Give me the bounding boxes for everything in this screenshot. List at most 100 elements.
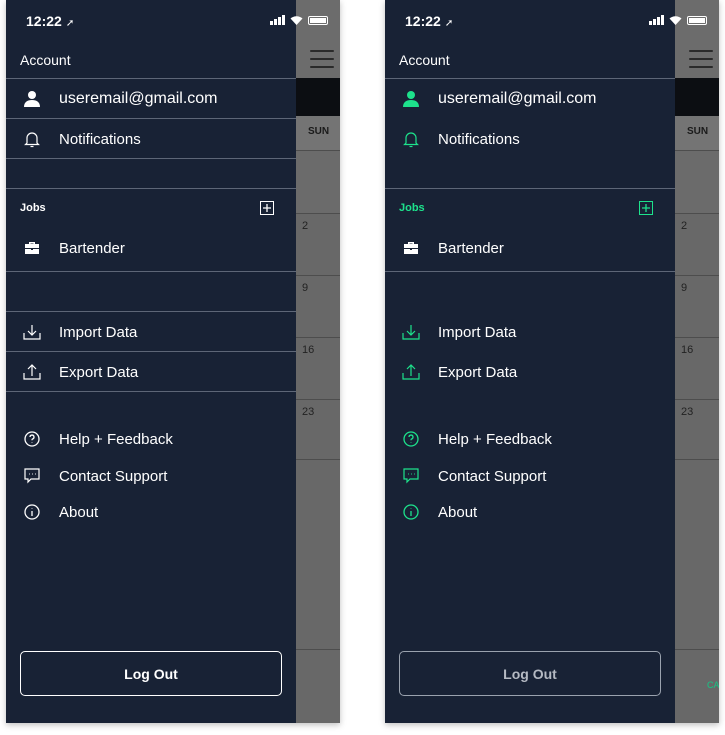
- export-data-label: Export Data: [59, 363, 139, 381]
- location-arrow-icon: ➚: [65, 18, 75, 29]
- calendar-date: 23: [675, 399, 719, 459]
- account-email-item[interactable]: useremail@gmail.com: [385, 80, 675, 118]
- import-data-label: Import Data: [59, 323, 138, 341]
- notifications-item[interactable]: Notifications: [385, 120, 675, 158]
- help-feedback-label: Help + Feedback: [59, 430, 173, 448]
- account-email: useremail@gmail.com: [438, 90, 597, 107]
- divider: [6, 311, 296, 312]
- import-data-label: Import Data: [438, 323, 517, 341]
- status-bar: 12:22 ➚: [6, 0, 340, 40]
- job-item-bartender[interactable]: Bartender: [6, 229, 296, 267]
- calendar-date: 23: [296, 399, 340, 459]
- calendar-date: 16: [675, 337, 719, 399]
- help-feedback-item[interactable]: Help + Feedback: [385, 420, 675, 458]
- calendar-date: 9: [675, 275, 719, 337]
- contact-support-item[interactable]: Contact Support: [6, 457, 296, 495]
- navigation-drawer: 12:22 ➚ Account useremail@gmail.com Notif…: [385, 0, 707, 723]
- calendar-day-header: SUN: [675, 116, 719, 150]
- wifi-icon: [669, 16, 682, 25]
- help-icon: [20, 427, 44, 451]
- calendar-date: 16: [296, 337, 340, 399]
- signal-icon: [649, 15, 664, 25]
- calendar-background: SUN 2 9 16 23: [296, 0, 340, 723]
- info-icon: [20, 500, 44, 524]
- calendar-day-header: SUN: [296, 116, 340, 150]
- status-bar: 12:22 ➚: [385, 0, 719, 40]
- add-job-button[interactable]: [260, 201, 274, 215]
- calendar-date: 2: [296, 213, 340, 275]
- import-icon: [399, 320, 423, 344]
- battery-icon: [308, 16, 328, 25]
- calendar-date: 2: [675, 213, 719, 275]
- notifications-item[interactable]: Notifications: [6, 120, 296, 158]
- account-email: useremail@gmail.com: [59, 90, 218, 107]
- divider: [6, 158, 296, 159]
- status-time: 12:22 ➚: [26, 13, 75, 29]
- import-icon: [20, 320, 44, 344]
- export-icon: [399, 360, 423, 384]
- about-item[interactable]: About: [385, 493, 675, 531]
- contact-support-label: Contact Support: [438, 467, 547, 485]
- notifications-label: Notifications: [59, 130, 141, 148]
- help-feedback-item[interactable]: Help + Feedback: [6, 420, 296, 458]
- location-arrow-icon: ➚: [444, 18, 454, 29]
- status-icons: [649, 15, 707, 25]
- plus-box-icon: [263, 204, 271, 212]
- contact-support-item[interactable]: Contact Support: [385, 457, 675, 495]
- import-data-item[interactable]: Import Data: [385, 313, 675, 351]
- notifications-label: Notifications: [438, 130, 520, 148]
- about-item[interactable]: About: [6, 493, 296, 531]
- hamburger-icon[interactable]: [689, 50, 713, 70]
- user-icon: [20, 87, 44, 111]
- calendar-background: SUN 2 9 16 23 CA: [675, 0, 719, 723]
- bell-icon: [20, 127, 44, 151]
- export-data-item[interactable]: Export Data: [385, 353, 675, 391]
- import-data-item[interactable]: Import Data: [6, 313, 296, 351]
- user-icon: [399, 87, 423, 111]
- signal-icon: [270, 15, 285, 25]
- account-title: Account: [399, 52, 450, 68]
- export-data-item[interactable]: Export Data: [6, 353, 296, 391]
- status-time: 12:22 ➚: [405, 13, 454, 29]
- export-icon: [20, 360, 44, 384]
- info-icon: [399, 500, 423, 524]
- hamburger-icon[interactable]: [310, 50, 334, 70]
- help-feedback-label: Help + Feedback: [438, 430, 552, 448]
- calendar-date: 9: [296, 275, 340, 337]
- job-label: Bartender: [59, 239, 125, 257]
- contact-support-label: Contact Support: [59, 467, 168, 485]
- phone-screen-accent: SUN 2 9 16 23 CA 12:22 ➚ Account useremai…: [385, 0, 719, 723]
- briefcase-icon: [20, 236, 44, 260]
- phone-screen-default: SUN 2 9 16 23 12:22 ➚ Account useremail@g…: [6, 0, 340, 723]
- job-item-bartender[interactable]: Bartender: [385, 229, 675, 267]
- divider: [6, 188, 296, 189]
- bell-icon: [399, 127, 423, 151]
- jobs-section-label: Jobs: [399, 202, 425, 214]
- calendar-footer-fragment: CA: [707, 680, 719, 690]
- job-label: Bartender: [438, 239, 504, 257]
- add-job-button[interactable]: [639, 201, 653, 215]
- about-label: About: [59, 503, 99, 521]
- about-label: About: [438, 503, 478, 521]
- divider: [6, 271, 296, 272]
- divider: [385, 271, 675, 272]
- divider: [385, 188, 675, 189]
- chat-icon: [399, 464, 423, 488]
- divider: [385, 78, 675, 79]
- chat-icon: [20, 464, 44, 488]
- divider: [6, 118, 296, 119]
- export-data-label: Export Data: [438, 363, 518, 381]
- account-title: Account: [20, 52, 71, 68]
- briefcase-icon: [399, 236, 423, 260]
- status-icons: [270, 15, 328, 25]
- battery-icon: [687, 16, 707, 25]
- help-icon: [399, 427, 423, 451]
- jobs-section-label: Jobs: [20, 202, 46, 214]
- divider: [6, 391, 296, 392]
- log-out-button[interactable]: Log Out: [399, 651, 661, 696]
- account-email-item[interactable]: useremail@gmail.com: [6, 80, 296, 118]
- divider: [6, 351, 296, 352]
- navigation-drawer: 12:22 ➚ Account useremail@gmail.com Notif…: [6, 0, 328, 723]
- log-out-button[interactable]: Log Out: [20, 651, 282, 696]
- plus-box-icon: [642, 204, 650, 212]
